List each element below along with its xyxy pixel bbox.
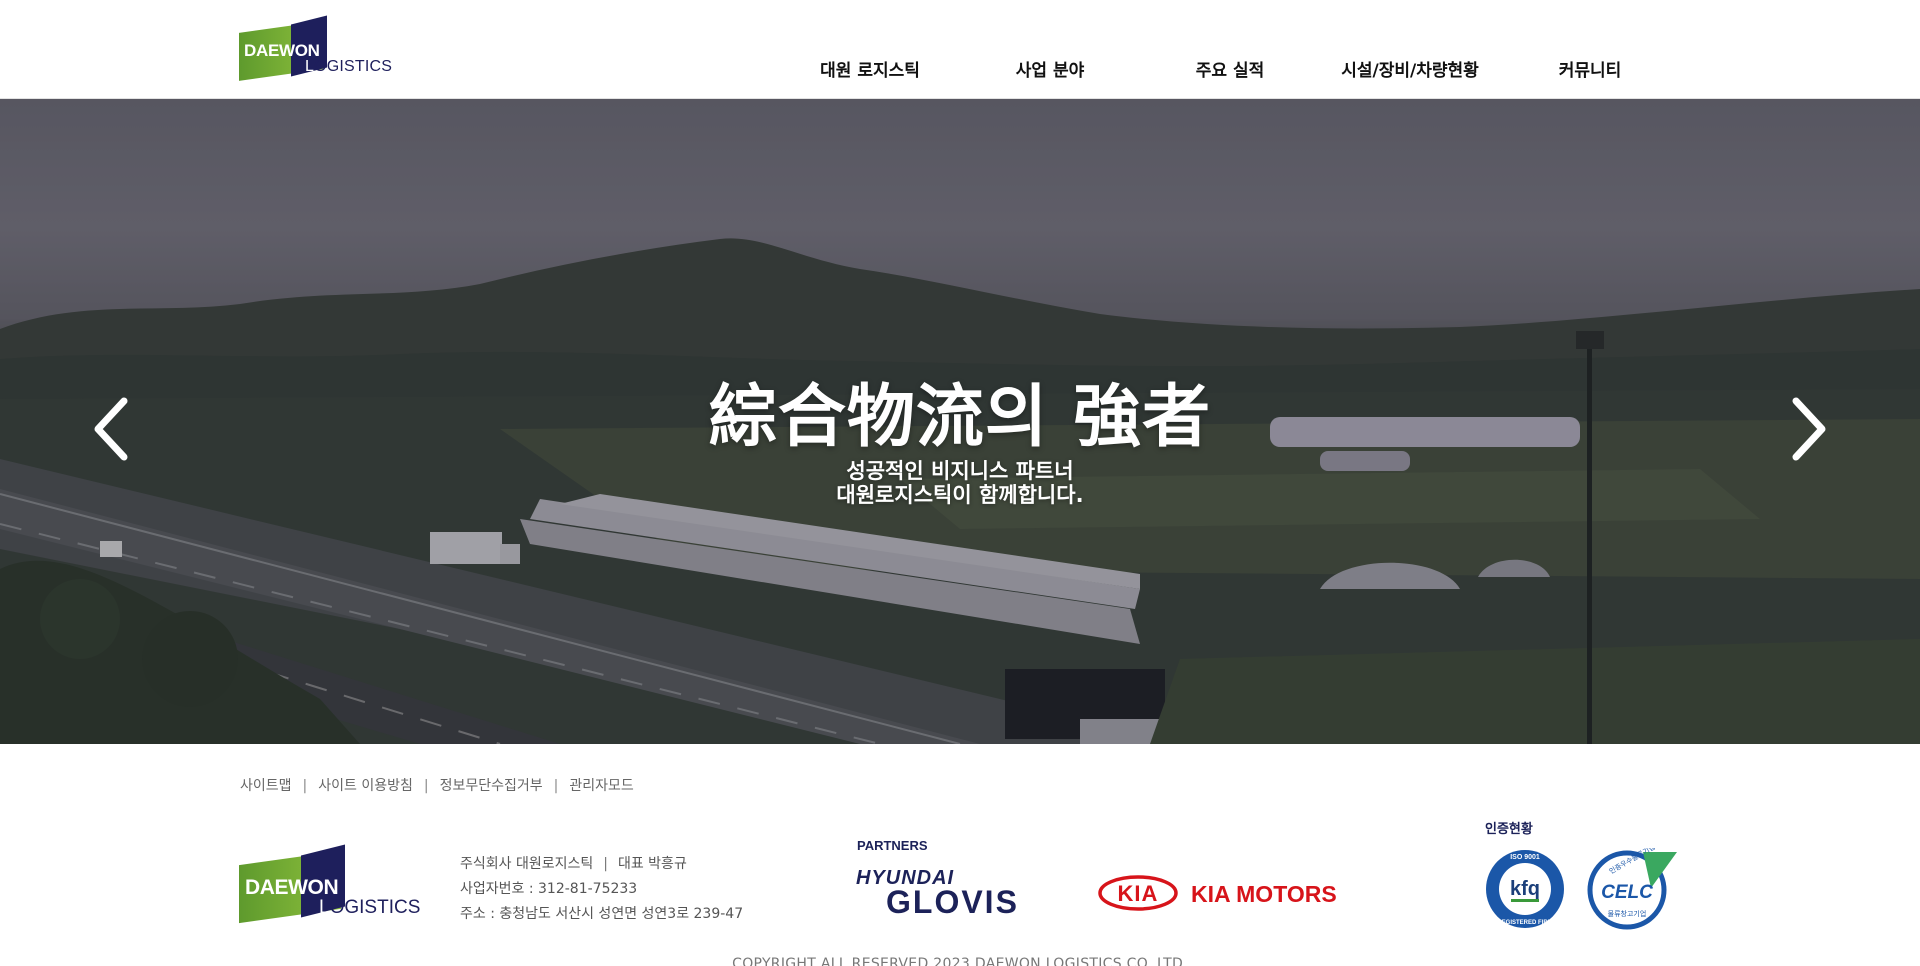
company-separator: |	[603, 856, 608, 872]
nav-item-business[interactable]: 사업 분야	[1016, 56, 1084, 81]
kfq-ring-bottom-text: REGISTERED FIRM	[1497, 920, 1552, 926]
copyright-text: COPYRIGHT ALL RESERVED 2023 DAEWON LOGIS…	[732, 956, 1188, 966]
nav-item-about[interactable]: 대원 로지스틱	[820, 56, 920, 81]
kia-emblem-text: KIA	[1118, 881, 1159, 906]
hyundai-glovis-logo[interactable]: HYUNDAI GLOVIS	[856, 866, 1058, 916]
company-name-row: 주식회사 대원로지스틱 | 대표 박흥규	[460, 852, 743, 877]
hero-banner: 綜合物流의 強者 성공적인 비지니스 파트너 대원로지스틱이 함께합니다.	[0, 99, 1920, 744]
glovis-logo-glovis-text: GLOVIS	[886, 884, 1019, 916]
nav-item-performance[interactable]: 주요 실적	[1196, 56, 1264, 81]
footer-link-terms[interactable]: 사이트 이용방침	[318, 778, 413, 794]
slider-next-button[interactable]	[1776, 389, 1836, 469]
company-name: 주식회사 대원로지스틱	[460, 856, 594, 872]
footer-logo[interactable]: DAEWON LOGISTICS	[239, 844, 423, 924]
company-address: 주소 : 충청남도 서산시 성연면 성연3로 239-47	[460, 906, 744, 922]
company-business-number: 사업자번호 : 312-81-75233	[460, 881, 638, 897]
chevron-right-icon	[1792, 397, 1826, 461]
chevron-left-icon	[94, 397, 128, 461]
main-nav: 대원 로지스틱 사업 분야 주요 실적 시설/장비/차량현황 커뮤니티	[0, 56, 1920, 86]
footer-link-separator: |	[423, 778, 429, 794]
kia-motors-text: KIA MOTORS	[1191, 881, 1337, 907]
footer-link-sitemap[interactable]: 사이트맵	[240, 778, 292, 794]
page: DAEWON LOGISTICS 대원 로지스틱 사업 분야 주요 실적 시설/…	[0, 0, 1920, 966]
kia-motors-logo[interactable]: KIA KIA MOTORS	[1098, 874, 1358, 912]
hero-subtitle-line1: 성공적인 비지니스 파트너	[846, 459, 1074, 483]
slider-prev-button[interactable]	[84, 389, 144, 469]
kfq-center-text: kfq	[1510, 878, 1540, 900]
footer-link-separator: |	[302, 778, 308, 794]
logo-text-logistics: LOGISTICS	[319, 897, 421, 918]
certifications-title: 인증현황	[1485, 822, 1533, 837]
nav-item-community[interactable]: 커뮤니티	[1559, 56, 1622, 81]
site-header: DAEWON LOGISTICS 대원 로지스틱 사업 분야 주요 실적 시설/…	[0, 0, 1920, 99]
celc-center-text: CELC	[1601, 882, 1653, 903]
celc-certified-logistics-badge[interactable]: 인증우수물류기업 CELC 물류창고기업	[1581, 848, 1679, 930]
footer-link-separator: |	[553, 778, 559, 794]
kfq-ring-top-text: ISO 9001	[1510, 854, 1540, 861]
company-info: 주식회사 대원로지스틱 | 대표 박흥규 사업자번호 : 312-81-75233 …	[460, 852, 743, 927]
hero-title: 綜合物流의 強者	[708, 377, 1212, 457]
company-ceo: 대표 박흥규	[617, 856, 687, 872]
celc-bottom-text: 물류창고기업	[1608, 909, 1647, 918]
partners-title: PARTNERS	[857, 838, 928, 853]
footer-link-admin[interactable]: 관리자모드	[569, 778, 633, 794]
footer-link-no-email-collection[interactable]: 정보무단수집거부	[440, 778, 543, 794]
hero-subtitle-line2: 대원로지스틱이 함께합니다.	[836, 483, 1084, 507]
footer-links: 사이트맵 | 사이트 이용방침 | 정보무단수집거부 | 관리자모드	[240, 775, 634, 795]
hero-subtitle: 성공적인 비지니스 파트너 대원로지스틱이 함께합니다.	[0, 459, 1920, 507]
nav-item-facilities[interactable]: 시설/장비/차량현황	[1341, 56, 1479, 81]
kfq-iso9001-badge[interactable]: ISO 9001 kfq REGISTERED FIRM	[1484, 848, 1566, 930]
